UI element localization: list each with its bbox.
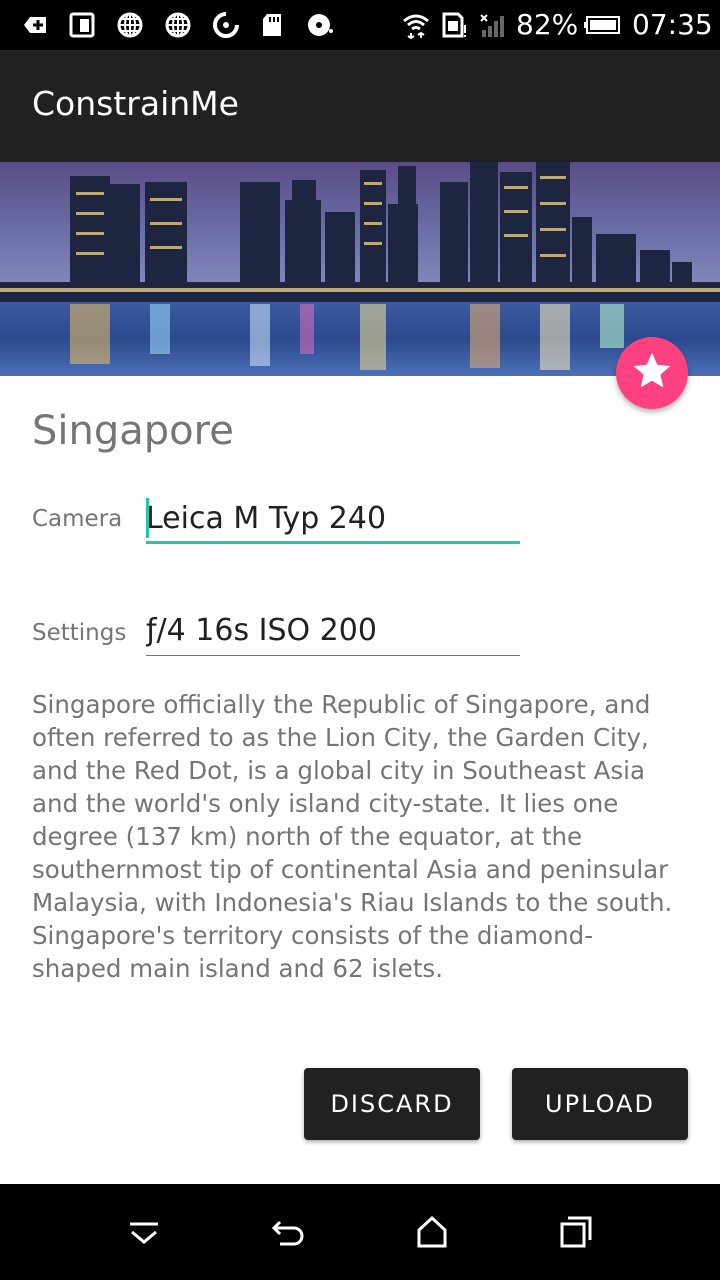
signal-icon xyxy=(478,11,506,39)
sync-icon xyxy=(212,11,240,39)
app-title: ConstrainMe xyxy=(32,84,239,123)
camera-field-underline xyxy=(146,541,520,544)
tablet-icon xyxy=(68,11,96,39)
camera-field[interactable] xyxy=(146,494,520,542)
settings-label: Settings xyxy=(32,620,127,646)
sim-icon xyxy=(440,11,468,39)
sd-card-icon xyxy=(260,11,288,39)
navigation-bar xyxy=(0,1184,720,1280)
upload-button[interactable]: UPLOAD xyxy=(512,1068,688,1140)
place-title: Singapore xyxy=(32,408,234,454)
text-cursor xyxy=(146,498,149,538)
globe-icon xyxy=(116,11,144,39)
camera-label: Camera xyxy=(32,506,123,532)
favorite-button[interactable] xyxy=(616,337,688,409)
wifi-icon xyxy=(402,11,430,40)
description-text: Singapore officially the Republic of Sin… xyxy=(32,690,673,983)
app-bar: ConstrainMe xyxy=(0,50,720,162)
status-bar: 82% 07:35 xyxy=(0,0,720,50)
hide-keyboard-icon[interactable] xyxy=(126,1214,162,1250)
add-notification-icon xyxy=(20,11,48,39)
recents-icon[interactable] xyxy=(558,1214,594,1250)
back-icon[interactable] xyxy=(270,1214,306,1250)
battery-percent: 82% xyxy=(516,8,579,41)
clock: 07:35 xyxy=(632,8,713,41)
singapore-skyline-image xyxy=(0,162,720,376)
settings-field-underline xyxy=(146,655,520,656)
disc-icon xyxy=(306,11,334,39)
home-icon[interactable] xyxy=(414,1214,450,1250)
globe-icon xyxy=(164,11,192,39)
discard-button[interactable]: DISCARD xyxy=(304,1068,480,1140)
battery-icon xyxy=(584,11,624,39)
settings-field[interactable] xyxy=(146,606,520,654)
star-icon xyxy=(630,349,674,397)
